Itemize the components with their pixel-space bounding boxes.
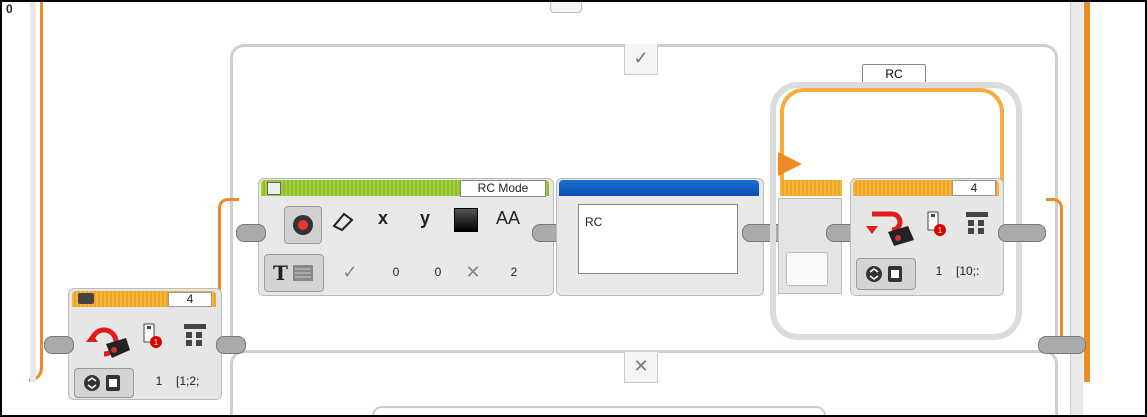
sequence-plug-out-right[interactable]	[998, 224, 1046, 242]
display-y-value[interactable]: 0	[418, 258, 458, 286]
remote-right-port[interactable]: 4	[952, 180, 996, 196]
mode-selector-left[interactable]	[74, 368, 134, 398]
display-mode-label[interactable]: RC Mode	[460, 180, 546, 197]
x-param-label: x	[378, 208, 389, 228]
display-mode-selector[interactable]: T	[264, 254, 324, 292]
loop-start-header	[780, 180, 842, 196]
false-case-inner-block	[372, 406, 826, 415]
display-x-value[interactable]: 0	[376, 258, 416, 286]
close-icon: ✕	[633, 356, 649, 376]
sequence-plug-in-display[interactable]	[236, 224, 266, 242]
sequence-wire-out-switch	[1046, 198, 1063, 351]
svg-text:1: 1	[154, 338, 159, 347]
svg-text:T: T	[273, 261, 288, 285]
sequence-plug-in-left[interactable]	[44, 336, 74, 354]
eraser-icon	[330, 210, 356, 232]
outer-frame-right	[1070, 2, 1083, 415]
font-size-label: AA	[496, 208, 521, 228]
port-icon	[78, 293, 94, 304]
sequence-plug-out-left[interactable]	[216, 336, 246, 354]
loop-name[interactable]: RC	[862, 64, 926, 84]
remote-left-port[interactable]: 4	[168, 292, 212, 307]
display-icon	[284, 206, 322, 244]
svg-text:1: 1	[938, 226, 943, 235]
mode-selector-right[interactable]	[856, 258, 916, 290]
outer-loop-frame-left	[30, 2, 36, 382]
corner-label: 0	[6, 2, 13, 16]
display-port-icon	[267, 182, 281, 195]
remote-left-value[interactable]: [1;2;	[176, 372, 216, 390]
channel-icon-right: 1	[926, 210, 948, 240]
remote-sensor-compare-icon	[864, 206, 918, 248]
check-icon: ✓	[633, 48, 649, 68]
program-canvas: 0 ✓ ✕ 4 1 1 [1;2; RC Mode x y AA T ✓ 0 0…	[0, 0, 1147, 417]
color-param-icon[interactable]: ✕	[460, 258, 486, 286]
sequence-plug-switch-out[interactable]	[1038, 336, 1086, 354]
display-font-value[interactable]: 2	[494, 258, 534, 286]
remote-sensor-icon	[84, 320, 134, 360]
tab-true-case[interactable]: ✓	[624, 44, 658, 75]
tab-false-case[interactable]: ✕	[624, 352, 658, 383]
button-id-icon-right	[964, 210, 990, 238]
loop-start-arrow-icon	[778, 152, 802, 176]
button-id-icon	[182, 322, 208, 350]
channel-icon: 1	[142, 322, 164, 352]
check-param-icon[interactable]: ✓	[328, 258, 372, 286]
color-icon	[454, 208, 478, 232]
remote-left-channel[interactable]: 1	[142, 372, 176, 390]
top-tab[interactable]	[550, 2, 582, 13]
text-block-header	[559, 180, 759, 196]
loop-wire	[780, 88, 1004, 188]
remote-right-channel[interactable]: 1	[922, 262, 956, 280]
y-param-label: y	[420, 208, 431, 228]
text-block-input[interactable]: RC	[578, 204, 738, 274]
outer-loop-wire-right	[1084, 2, 1090, 382]
remote-right-value[interactable]: [10;:	[956, 262, 998, 280]
loop-mode-selector[interactable]	[786, 252, 828, 286]
